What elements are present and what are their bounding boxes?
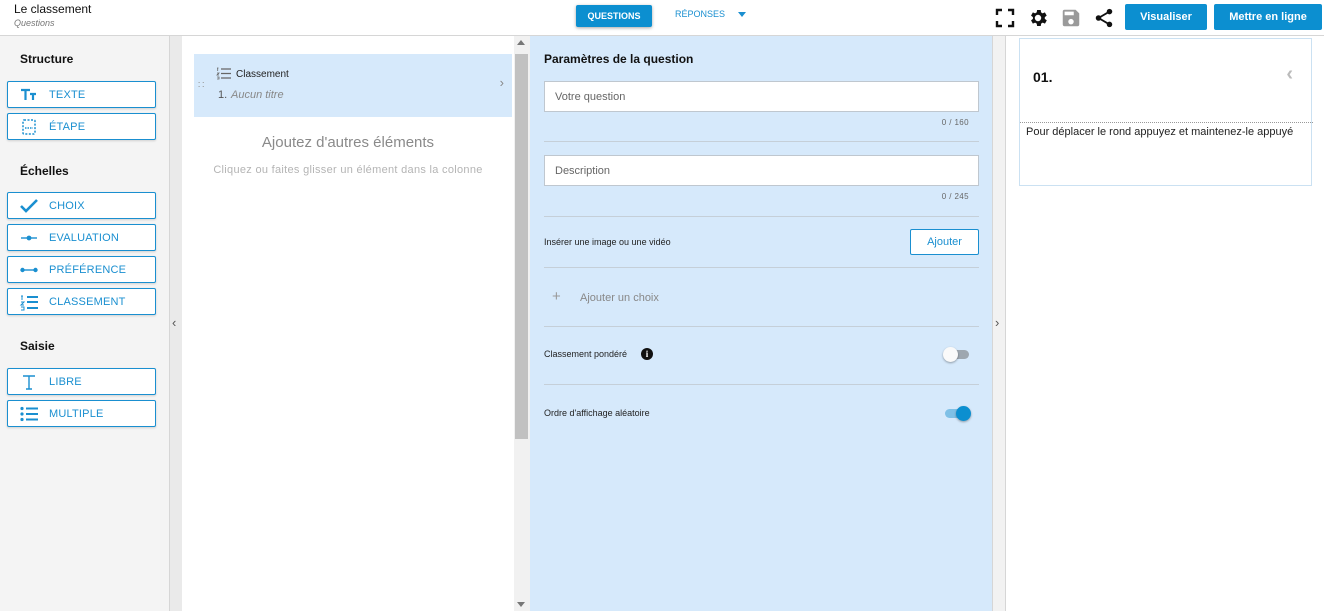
page-subtitle: Questions	[14, 18, 55, 28]
add-elements-hint: Cliquez ou faites glisser un élément dan…	[213, 164, 483, 176]
settings-title: Paramètres de la question	[544, 52, 694, 66]
chevron-right-icon: ›	[499, 75, 504, 90]
palette-item-classement[interactable]: CLASSEMENT	[7, 288, 156, 315]
divider	[544, 216, 979, 217]
divider	[544, 326, 979, 327]
question-card[interactable]: ∷ Classement 1. Aucun titre ›	[194, 54, 512, 117]
drag-handle-icon[interactable]: ∷	[198, 80, 204, 91]
tab-reponses[interactable]: RÉPONSES	[675, 9, 725, 19]
column-scrollbar[interactable]	[514, 36, 530, 611]
collapse-palette-button[interactable]: ‹	[169, 36, 182, 611]
media-label: Insérer une image ou une vidéo	[544, 237, 671, 247]
description-input[interactable]	[544, 155, 979, 186]
palette-item-label: LIBRE	[49, 376, 82, 388]
gear-icon[interactable]	[1027, 7, 1049, 29]
palette-item-label: PRÉFÉRENCE	[49, 264, 127, 276]
slider-icon	[21, 235, 37, 241]
tab-questions[interactable]: QUESTIONS	[576, 5, 652, 27]
palette-item-label: TEXTE	[49, 89, 86, 101]
question-title: Aucun titre	[231, 89, 284, 101]
palette-item-label: EVALUATION	[49, 232, 120, 244]
palette-item-texte[interactable]: TEXTE	[7, 81, 156, 108]
fullscreen-icon[interactable]	[994, 7, 1016, 29]
scrollbar-thumb[interactable]	[515, 54, 528, 439]
chevron-left-icon[interactable]: ‹	[1286, 63, 1293, 86]
ordered-list-icon	[19, 295, 38, 311]
scroll-down-icon[interactable]	[517, 602, 525, 607]
palette-item-label: CHOIX	[49, 200, 85, 212]
question-input[interactable]	[544, 81, 979, 112]
palette-item-libre[interactable]: LIBRE	[7, 368, 156, 395]
ordered-list-icon	[216, 67, 231, 80]
chevron-right-icon: ›	[995, 315, 1000, 330]
question-settings-panel: Paramètres de la question 0 / 160 0 / 24…	[530, 36, 992, 611]
palette-item-etape[interactable]: ÉTAPE	[7, 113, 156, 140]
checkmark-icon	[20, 199, 38, 213]
question-char-count: 0 / 160	[941, 118, 969, 127]
question-number: 1.	[218, 89, 228, 101]
palette-item-multiple[interactable]: MULTIPLE	[7, 400, 156, 427]
palette-item-label: MULTIPLE	[49, 408, 104, 420]
top-bar: Le classement Questions QUESTIONS RÉPONS…	[0, 0, 1324, 36]
divider	[544, 141, 979, 142]
preference-scale-icon	[20, 267, 38, 273]
add-choice-label: Ajouter un choix	[580, 292, 659, 304]
info-icon[interactable]: i	[641, 348, 653, 360]
page-break-icon	[22, 119, 36, 135]
bulleted-list-icon	[20, 406, 38, 422]
section-title-structure: Structure	[20, 52, 74, 66]
palette-item-evaluation[interactable]: EVALUATION	[7, 224, 156, 251]
preview-pane: 01. ‹ Pour déplacer le rond appuyez et m…	[1006, 36, 1324, 611]
palette-item-preference[interactable]: PRÉFÉRENCE	[7, 256, 156, 283]
preview-question-number: 01.	[1033, 69, 1053, 85]
random-order-label: Ordre d'affichage aléatoire	[544, 408, 650, 418]
scroll-up-icon[interactable]	[517, 40, 525, 45]
random-order-toggle[interactable]	[943, 406, 971, 422]
text-icon	[23, 375, 35, 390]
divider	[1020, 122, 1313, 123]
section-title-saisie: Saisie	[20, 339, 55, 353]
add-media-button[interactable]: Ajouter	[910, 229, 979, 255]
text-size-icon	[21, 88, 36, 100]
weighted-ranking-toggle[interactable]	[943, 347, 971, 363]
element-palette: Structure TEXTE ÉTAPE Échelles CHOIX EVA…	[0, 36, 169, 611]
weighted-ranking-label: Classement pondéré	[544, 349, 628, 359]
divider	[544, 384, 979, 385]
preview-question-card: 01. ‹ Pour déplacer le rond appuyez et m…	[1019, 38, 1313, 186]
section-title-echelles: Échelles	[20, 164, 69, 178]
collapse-settings-button[interactable]: ›	[992, 36, 1006, 611]
question-type-label: Classement	[236, 69, 289, 80]
page-title: Le classement	[14, 2, 92, 16]
description-char-count: 0 / 245	[941, 192, 969, 201]
save-icon[interactable]	[1060, 7, 1082, 29]
divider	[544, 267, 979, 268]
add-choice-button[interactable]: + Ajouter un choix	[552, 288, 752, 306]
chevron-down-icon[interactable]	[738, 12, 746, 17]
share-icon[interactable]	[1093, 7, 1115, 29]
chevron-left-icon: ‹	[172, 315, 177, 330]
add-elements-title: Ajoutez d'autres éléments	[261, 134, 435, 151]
preview-button[interactable]: Visualiser	[1125, 4, 1207, 30]
questions-column: ∷ Classement 1. Aucun titre › Ajoutez d'…	[182, 36, 514, 611]
plus-icon: +	[552, 288, 561, 305]
palette-item-label: CLASSEMENT	[49, 296, 126, 308]
publish-button[interactable]: Mettre en ligne	[1214, 4, 1322, 30]
palette-item-choix[interactable]: CHOIX	[7, 192, 156, 219]
preview-instruction: Pour déplacer le rond appuyez et mainten…	[1026, 126, 1294, 138]
palette-item-label: ÉTAPE	[49, 121, 86, 133]
